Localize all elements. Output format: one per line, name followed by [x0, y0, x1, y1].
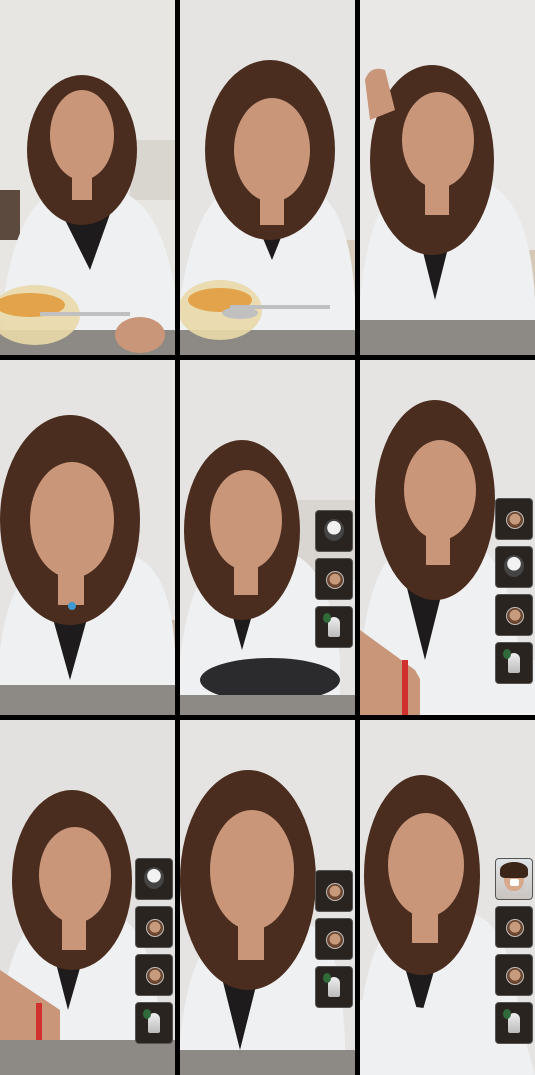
video-frame-r3c1	[0, 720, 175, 1075]
participant-thumb-avatar[interactable]	[315, 558, 353, 600]
frame-scene	[0, 0, 175, 355]
participant-sidebar	[135, 858, 173, 1044]
participant-thumb-avatar[interactable]	[315, 918, 353, 960]
participant-thumb-figure[interactable]	[315, 966, 353, 1008]
participant-thumb-figure[interactable]	[495, 642, 533, 684]
video-frame-r2c2	[180, 360, 355, 715]
participant-thumb-avatar[interactable]	[135, 906, 173, 948]
participant-thumb-avatar[interactable]	[495, 906, 533, 948]
video-frame-r1c3	[360, 0, 535, 355]
participant-thumb-avatar[interactable]	[135, 954, 173, 996]
frame-scene	[180, 0, 355, 355]
video-frame-r2c1	[0, 360, 175, 715]
participant-sidebar	[315, 870, 353, 1008]
participant-sidebar	[315, 510, 353, 648]
video-frame-r1c2	[180, 0, 355, 355]
video-frame-r2c3	[360, 360, 535, 715]
participant-thumb-figure[interactable]	[135, 1002, 173, 1044]
participant-thumb-avatar[interactable]	[495, 594, 533, 636]
video-frame-r3c2	[180, 720, 355, 1075]
participant-thumb-figure[interactable]	[315, 606, 353, 648]
frame-scene	[0, 360, 175, 715]
participant-thumb-selfie[interactable]	[135, 858, 173, 900]
participant-thumb-photo[interactable]	[495, 858, 533, 900]
video-collage	[0, 0, 535, 1075]
participant-thumb-avatar[interactable]	[495, 498, 533, 540]
video-frame-r1c1	[0, 0, 175, 355]
participant-thumb-selfie[interactable]	[315, 510, 353, 552]
participant-sidebar	[495, 498, 533, 684]
video-frame-r3c3	[360, 720, 535, 1075]
participant-thumb-avatar[interactable]	[495, 954, 533, 996]
frame-scene	[360, 0, 535, 355]
participant-thumb-selfie[interactable]	[495, 546, 533, 588]
participant-thumb-figure[interactable]	[495, 1002, 533, 1044]
participant-thumb-avatar[interactable]	[315, 870, 353, 912]
participant-sidebar	[495, 858, 533, 1044]
